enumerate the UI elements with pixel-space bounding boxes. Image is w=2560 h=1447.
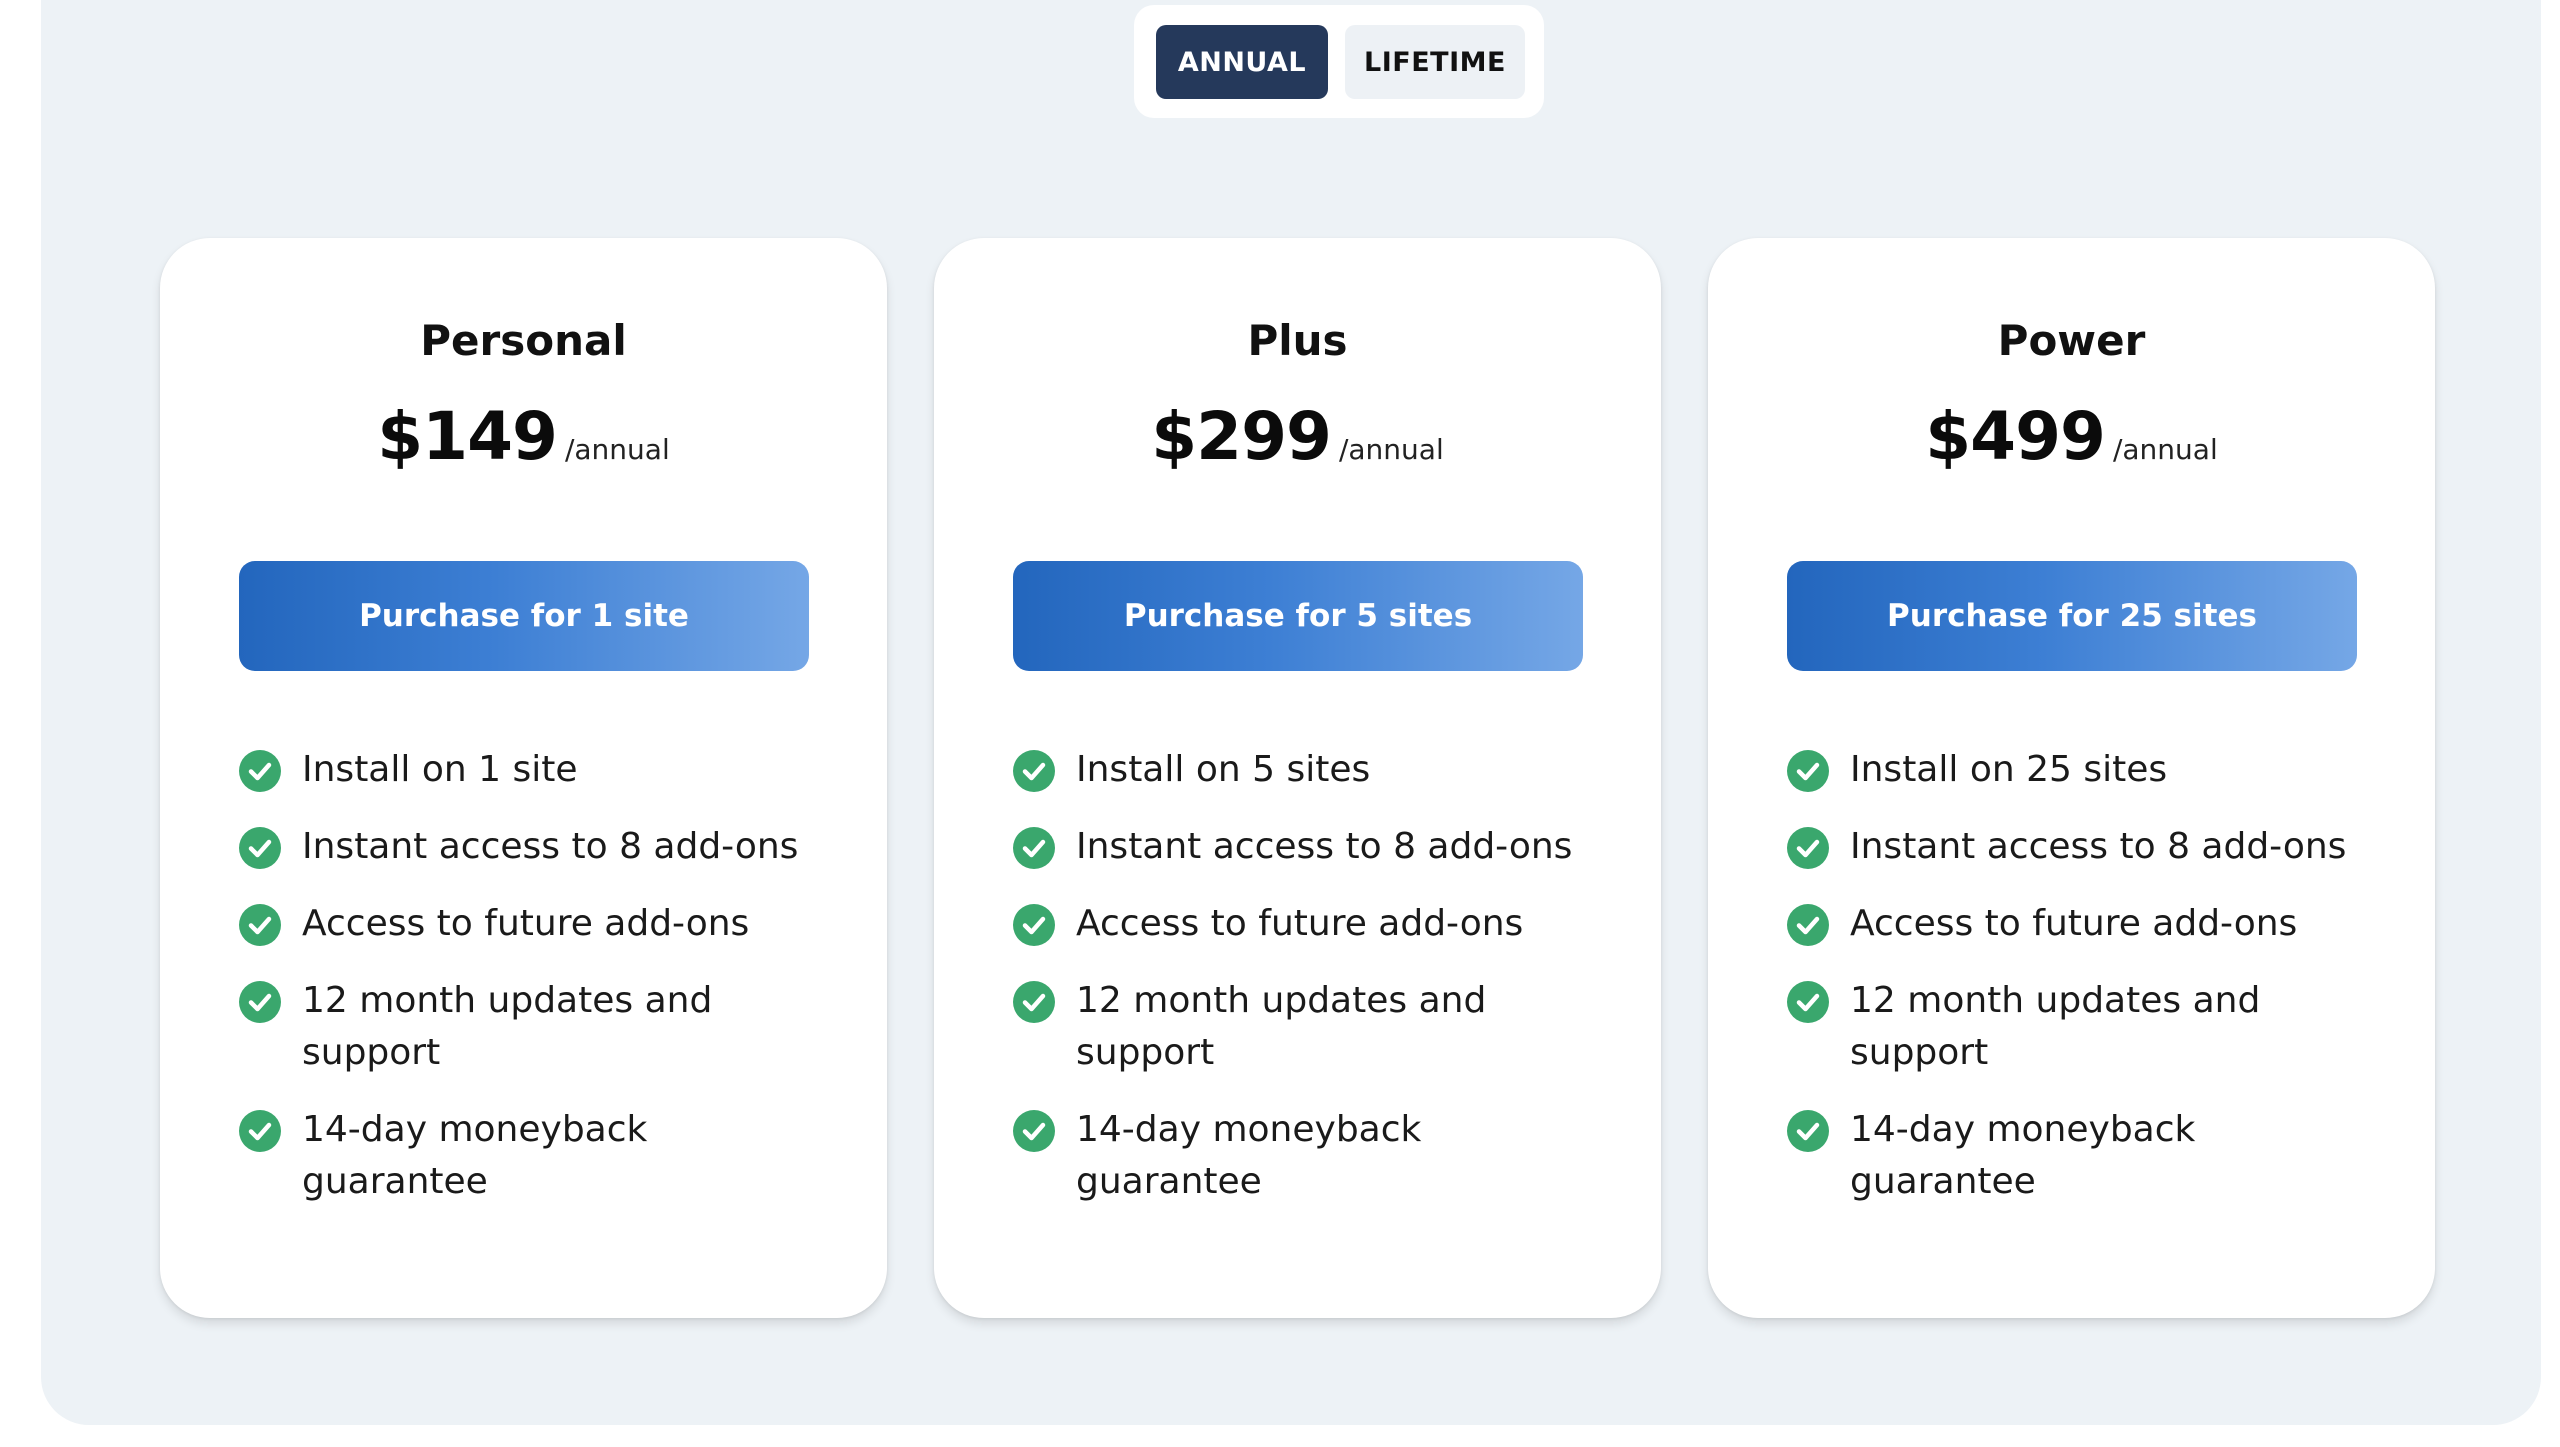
plan-name: Plus — [1247, 316, 1348, 365]
feature-item: Access to future add-ons — [239, 903, 839, 950]
check-circle-icon — [1787, 827, 1829, 869]
price-row: $299/annual — [934, 398, 1661, 475]
feature-text: 14-day moneyback guarantee — [302, 1109, 648, 1202]
price-row: $149/annual — [160, 398, 887, 475]
check-circle-icon — [1013, 1110, 1055, 1152]
feature-text: 12 month updates and support — [302, 980, 713, 1073]
lifetime-toggle-button[interactable]: LIFETIME — [1345, 25, 1525, 99]
feature-text: Install on 5 sites — [1076, 749, 1371, 790]
feature-item: Install on 25 sites — [1787, 749, 2387, 796]
check-circle-icon — [1787, 981, 1829, 1023]
price-period: /annual — [564, 433, 670, 466]
feature-item: 12 month updates and support — [1013, 980, 1613, 1079]
purchase-button[interactable]: Purchase for 1 site — [239, 561, 809, 671]
plan-card-power: Power $499/annual Purchase for 25 sites … — [1708, 238, 2435, 1318]
feature-item: Install on 5 sites — [1013, 749, 1613, 796]
feature-list: Install on 5 sites Instant access to 8 a… — [1013, 749, 1613, 1239]
purchase-button[interactable]: Purchase for 25 sites — [1787, 561, 2357, 671]
check-circle-icon — [239, 750, 281, 792]
feature-item: Access to future add-ons — [1787, 903, 2387, 950]
feature-item: Instant access to 8 add-ons — [1787, 826, 2387, 873]
check-circle-icon — [1787, 904, 1829, 946]
check-circle-icon — [1787, 750, 1829, 792]
plan-card-personal: Personal $149/annual Purchase for 1 site… — [160, 238, 887, 1318]
feature-item: Access to future add-ons — [1013, 903, 1613, 950]
feature-text: 14-day moneyback guarantee — [1076, 1109, 1422, 1202]
feature-text: Access to future add-ons — [1076, 903, 1524, 944]
check-circle-icon — [1013, 750, 1055, 792]
feature-list: Install on 1 site Instant access to 8 ad… — [239, 749, 839, 1239]
check-circle-icon — [239, 904, 281, 946]
feature-text: Access to future add-ons — [1850, 903, 2298, 944]
check-circle-icon — [239, 981, 281, 1023]
feature-item: 12 month updates and support — [1787, 980, 2387, 1079]
check-circle-icon — [239, 1110, 281, 1152]
price-period: /annual — [2112, 433, 2218, 466]
check-circle-icon — [239, 827, 281, 869]
check-circle-icon — [1787, 1110, 1829, 1152]
feature-item: 14-day moneyback guarantee — [1013, 1109, 1613, 1208]
feature-text: 12 month updates and support — [1850, 980, 2261, 1073]
feature-list: Install on 25 sites Instant access to 8 … — [1787, 749, 2387, 1239]
check-circle-icon — [1013, 981, 1055, 1023]
feature-text: Install on 1 site — [302, 749, 578, 790]
feature-text: Instant access to 8 add-ons — [302, 826, 799, 867]
price-row: $499/annual — [1708, 398, 2435, 475]
plan-price: $299 — [1151, 398, 1332, 475]
feature-text: Access to future add-ons — [302, 903, 750, 944]
feature-text: Instant access to 8 add-ons — [1850, 826, 2347, 867]
price-period: /annual — [1338, 433, 1444, 466]
feature-item: Instant access to 8 add-ons — [1013, 826, 1613, 873]
feature-item: 14-day moneyback guarantee — [239, 1109, 839, 1208]
plan-name: Personal — [420, 316, 627, 365]
purchase-button[interactable]: Purchase for 5 sites — [1013, 561, 1583, 671]
plan-price: $499 — [1925, 398, 2106, 475]
pricing-section: ANNUAL LIFETIME Personal $149/annual Pur… — [41, 0, 2541, 1425]
feature-item: Instant access to 8 add-ons — [239, 826, 839, 873]
feature-text: Install on 25 sites — [1850, 749, 2168, 790]
billing-period-toggle: ANNUAL LIFETIME — [1134, 5, 1544, 118]
feature-text: 14-day moneyback guarantee — [1850, 1109, 2196, 1202]
feature-item: 12 month updates and support — [239, 980, 839, 1079]
plan-name: Power — [1997, 316, 2146, 365]
feature-text: 12 month updates and support — [1076, 980, 1487, 1073]
annual-toggle-button[interactable]: ANNUAL — [1156, 25, 1328, 99]
feature-item: Install on 1 site — [239, 749, 839, 796]
check-circle-icon — [1013, 827, 1055, 869]
check-circle-icon — [1013, 904, 1055, 946]
feature-item: 14-day moneyback guarantee — [1787, 1109, 2387, 1208]
plan-card-plus: Plus $299/annual Purchase for 5 sites In… — [934, 238, 1661, 1318]
feature-text: Instant access to 8 add-ons — [1076, 826, 1573, 867]
plan-price: $149 — [377, 398, 558, 475]
